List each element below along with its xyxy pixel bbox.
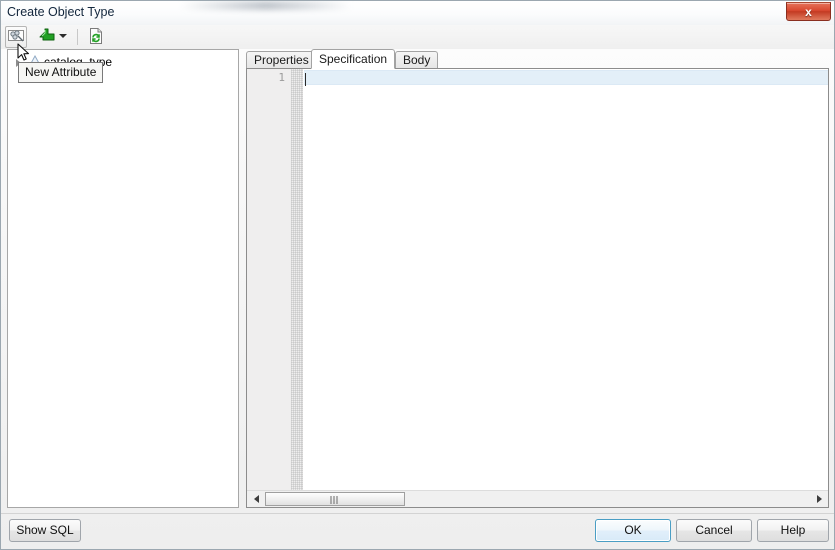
line-number-gutter: 1 [247,69,303,507]
triangle-right-glyph [816,495,822,503]
ok-button[interactable]: OK [595,519,671,542]
editor-panel: Properties Specification Body 1 [246,49,829,508]
tab-strip: Properties Specification Body [246,49,829,69]
titlebar-blur-artifact [181,1,351,10]
title-bar: Create Object Type x [1,1,834,25]
gutter-texture [291,69,303,507]
help-button[interactable]: Help [757,519,829,542]
window-title: Create Object Type [7,5,115,19]
horizontal-scrollbar[interactable] [247,490,828,507]
bottom-separator [1,513,834,514]
tooltip-new-attribute: New Attribute [18,62,104,83]
code-editor[interactable]: 1 [246,68,829,508]
triangle-right-icon[interactable] [811,491,827,507]
tab-specification[interactable]: Specification [311,49,396,69]
refresh-document-icon [87,27,105,48]
code-text-area[interactable] [304,69,828,489]
line-number: 1 [278,71,285,84]
object-tree-panel[interactable]: catalog_type [7,49,239,508]
current-line-highlight [304,70,828,86]
close-icon[interactable]: x [786,2,831,21]
insert-button[interactable] [37,26,59,48]
new-attribute-button[interactable] [5,26,27,48]
cancel-button[interactable]: Cancel [676,519,752,542]
text-caret [305,73,306,86]
toolbar-separator [77,29,78,45]
grip-icon [330,496,340,504]
refresh-button[interactable] [85,26,107,48]
tab-body[interactable]: Body [395,51,439,68]
triangle-left-glyph [253,495,259,503]
create-object-type-dialog: Create Object Type x New Attribute Prope… [0,0,835,550]
new-attribute-icon [7,27,25,48]
show-sql-button[interactable]: Show SQL [9,519,81,542]
triangle-left-icon[interactable] [248,491,264,507]
chevron-down-icon[interactable] [59,34,67,38]
scrollbar-thumb[interactable] [265,492,405,506]
green-arrow-icon [39,27,57,48]
tab-properties[interactable]: Properties [246,51,317,68]
toolbar [1,25,834,49]
